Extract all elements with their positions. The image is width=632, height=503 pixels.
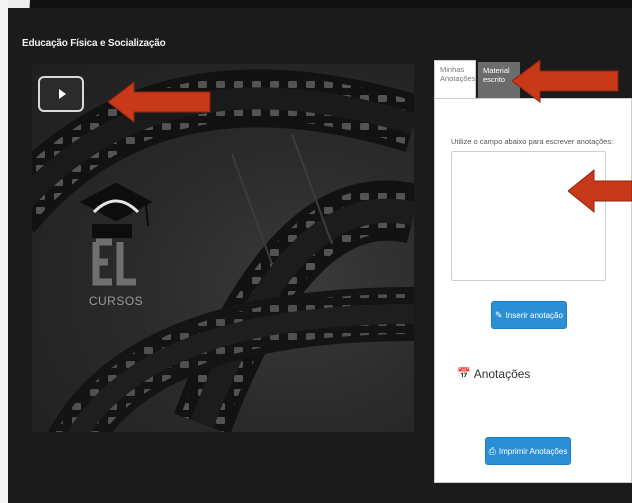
- video-player[interactable]: CURSOS: [32, 64, 414, 432]
- course-title: Educação Física e Socialização: [22, 38, 166, 49]
- el-cursos-logo: CURSOS: [76, 181, 156, 322]
- insert-note-label: Inserir anotação: [505, 310, 563, 320]
- notes-section-header: 📅 Anotações: [457, 367, 530, 381]
- notes-tabs: Minhas Anotações Material escrito: [434, 60, 520, 100]
- tab-minhas-anotacoes[interactable]: Minhas Anotações: [434, 60, 476, 98]
- notes-instruction: Utilize o campo abaixo para escrever ano…: [451, 137, 614, 146]
- graduation-cap-icon: [76, 181, 156, 286]
- logo-text: CURSOS: [88, 294, 144, 308]
- print-notes-label: Imprimir Anotações: [498, 446, 568, 456]
- calendar-icon: 📅: [457, 367, 471, 380]
- insert-note-button[interactable]: ✎ Inserir anotação: [491, 301, 567, 329]
- arrow-to-play-button: [108, 80, 211, 124]
- pencil-icon: ✎: [495, 309, 503, 320]
- play-icon: [58, 89, 66, 99]
- printer-icon: ⎙: [488, 445, 496, 456]
- arrow-to-material-tab: [512, 59, 619, 103]
- arrow-to-notes-textarea: [568, 168, 632, 214]
- notes-panel: Utilize o campo abaixo para escrever ano…: [434, 98, 632, 483]
- notes-section-title: Anotações: [473, 367, 531, 381]
- play-button[interactable]: [38, 76, 84, 112]
- print-notes-button[interactable]: ⎙ Imprimir Anotações: [485, 437, 571, 465]
